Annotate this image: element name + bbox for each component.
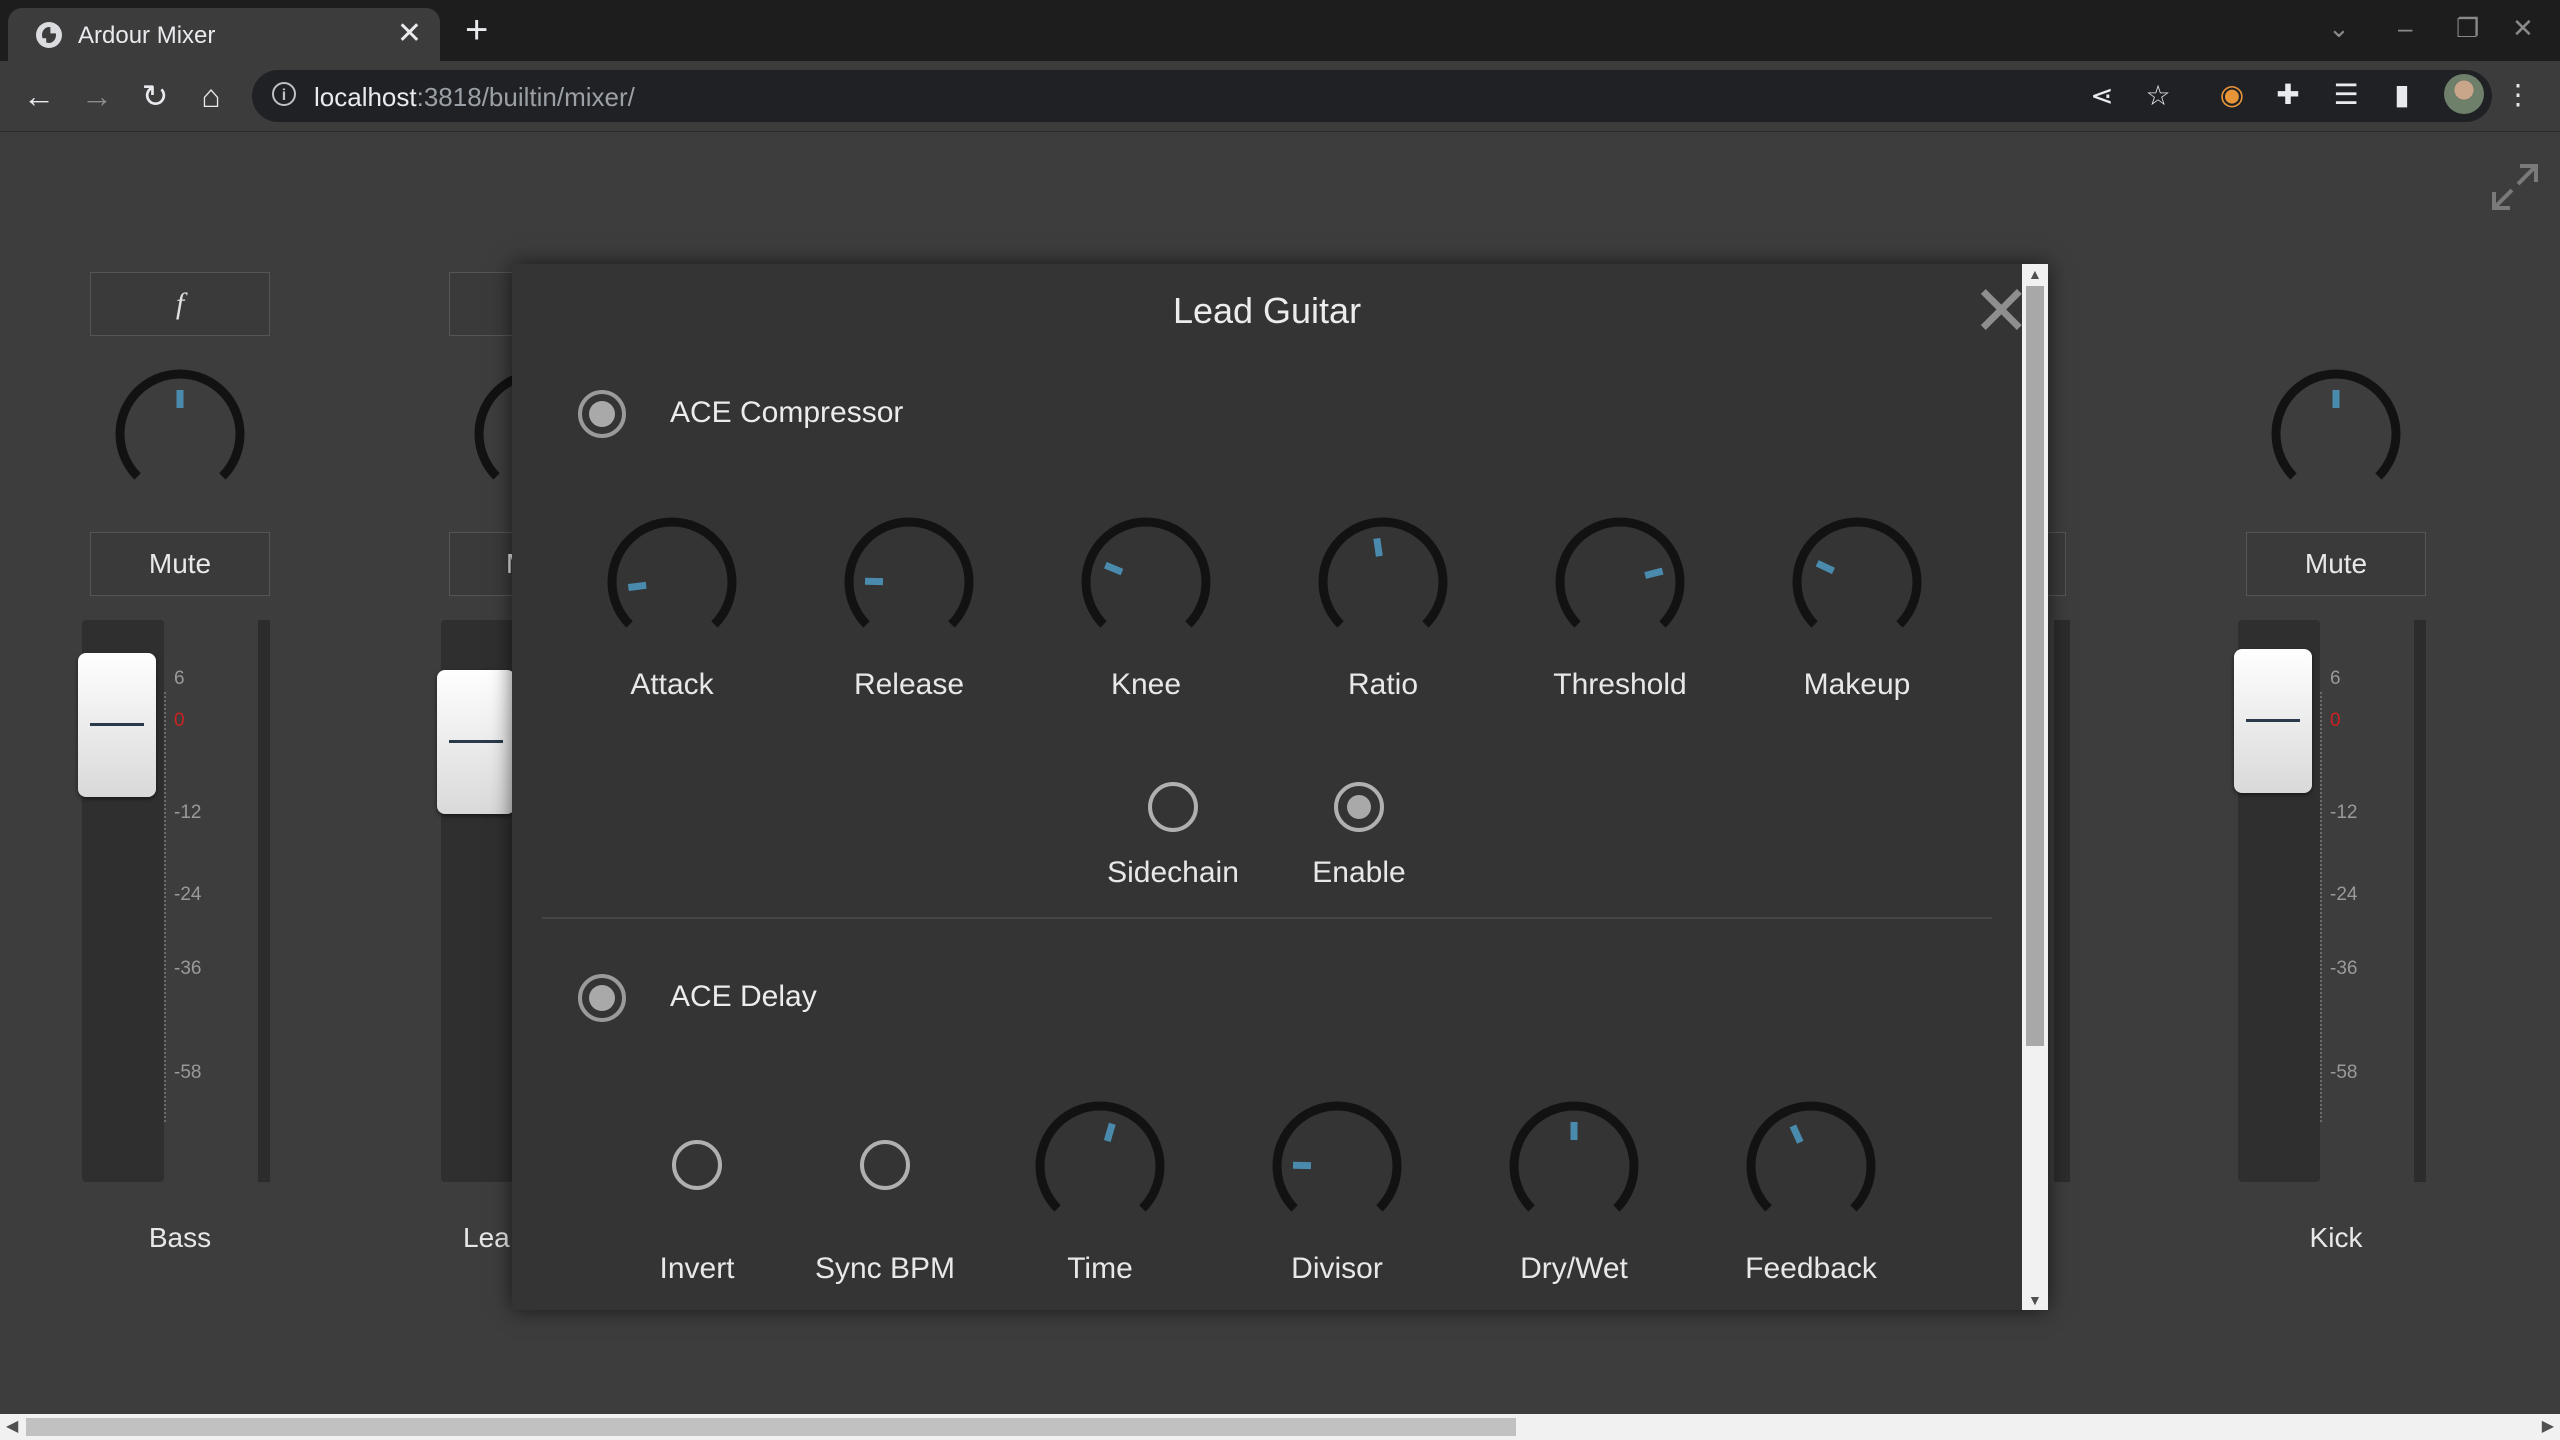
param-label: Sync BPM	[814, 1252, 956, 1285]
param-label: Divisor	[1291, 1252, 1383, 1285]
makeup-knob[interactable]	[1787, 512, 1927, 652]
sidechain-toggle[interactable]	[1148, 782, 1198, 832]
param-label: Enable	[1312, 856, 1406, 889]
attack-knob[interactable]	[602, 512, 742, 652]
time-knob[interactable]	[1030, 1096, 1170, 1236]
release-knob[interactable]	[839, 512, 979, 652]
menu-kebab-icon[interactable]: ⋮	[2500, 77, 2536, 113]
url-text: localhost:3818/builtin/mixer/	[314, 82, 635, 112]
ratio-knob[interactable]	[1313, 512, 1453, 652]
side-panel-icon[interactable]: ▮	[2384, 77, 2420, 113]
window-close-icon[interactable]: ✕	[2512, 12, 2534, 44]
plugin-bypass-radio[interactable]	[578, 390, 626, 438]
param-label: Time	[1067, 1252, 1133, 1285]
page-horizontal-scrollbar[interactable]: ◀ ▶	[0, 1414, 2560, 1440]
divisor-knob[interactable]	[1267, 1096, 1407, 1236]
meter-scale: 6 0 -12 -24 -36 -58	[2320, 668, 2362, 1122]
fader-handle[interactable]	[78, 653, 156, 798]
knob-indicator	[627, 581, 647, 591]
knob-indicator	[1815, 560, 1835, 575]
plugin-name: ACE Compressor	[670, 396, 904, 429]
back-icon[interactable]: ←	[18, 75, 60, 117]
enable-toggle[interactable]	[1334, 782, 1384, 832]
mute-button[interactable]: Mute	[2246, 532, 2426, 596]
invert-toggle[interactable]	[672, 1140, 722, 1190]
reload-icon[interactable]: ↻	[134, 75, 176, 117]
mixer-strip-bass: f Mute 6 0 -12 -24 -36 -58 Bass	[78, 132, 280, 1416]
mute-button[interactable]: Mute	[90, 532, 270, 596]
level-meter	[258, 620, 270, 1182]
share-icon[interactable]: ⋖	[2084, 78, 2120, 114]
extension-fox-icon[interactable]: ◉	[2214, 77, 2250, 113]
media-queue-icon[interactable]: ☰	[2328, 77, 2364, 113]
minimize-icon[interactable]: –	[2398, 12, 2412, 44]
knob-indicator	[1789, 1124, 1804, 1144]
fader-handle[interactable]	[437, 670, 515, 815]
param-label: Makeup	[1803, 668, 1911, 701]
browser-tab[interactable]: Ardour Mixer ✕	[8, 8, 440, 61]
knob-indicator	[1373, 537, 1383, 557]
scroll-right-icon[interactable]: ▶	[2542, 1416, 2554, 1436]
fullscreen-expand-icon[interactable]	[2490, 162, 2540, 212]
meter-scale: 6 0 -12 -24 -36 -58	[164, 668, 206, 1122]
address-bar[interactable]: i localhost:3818/builtin/mixer/ ⋖ ☆	[252, 70, 2492, 122]
dry-wet-knob[interactable]	[1504, 1096, 1644, 1236]
scroll-down-icon[interactable]: ▼	[2028, 1292, 2042, 1308]
plugin-dialog: Lead Guitar ✕ ACE Compressor Attack Rele…	[512, 264, 2048, 1310]
param-label: Dry/Wet	[1520, 1252, 1628, 1285]
knob-indicator	[1103, 1122, 1116, 1143]
extensions-puzzle-icon[interactable]: ✚	[2270, 77, 2306, 113]
dialog-title: Lead Guitar	[1172, 290, 1362, 331]
scroll-up-icon[interactable]: ▲	[2028, 266, 2042, 282]
fader-handle[interactable]	[2234, 649, 2312, 794]
plugin-bypass-radio[interactable]	[578, 974, 626, 1022]
globe-icon	[36, 22, 62, 48]
param-label: Knee	[1110, 668, 1182, 701]
param-label: Feedback	[1745, 1252, 1877, 1285]
threshold-knob[interactable]	[1550, 512, 1690, 652]
tab-title: Ardour Mixer	[78, 22, 216, 49]
browser-tab-bar: Ardour Mixer ✕ + ⌄ – ❐ ✕	[0, 0, 2560, 61]
sync-bpm-toggle[interactable]	[860, 1140, 910, 1190]
restore-icon[interactable]: ❐	[2456, 12, 2479, 44]
knee-knob[interactable]	[1076, 512, 1216, 652]
knob-indicator	[1104, 561, 1124, 576]
param-label: Release	[853, 668, 965, 701]
plugin-name: ACE Delay	[670, 980, 817, 1013]
plugin-divider	[542, 917, 1992, 919]
tab-close-icon[interactable]: ✕	[397, 18, 422, 50]
feedback-knob[interactable]	[1741, 1096, 1881, 1236]
knob-indicator	[1644, 567, 1664, 579]
profile-avatar[interactable]	[2444, 74, 2484, 114]
scrollbar-thumb[interactable]	[26, 1418, 1516, 1436]
strip-label: Bass	[148, 1222, 212, 1253]
param-label: Threshold	[1553, 668, 1687, 701]
new-tab-icon[interactable]: +	[465, 10, 488, 50]
pan-knob[interactable]	[110, 364, 250, 504]
level-meter	[2414, 620, 2426, 1182]
tab-search-icon[interactable]: ⌄	[2328, 12, 2350, 44]
param-label: Attack	[630, 668, 714, 701]
scroll-left-icon[interactable]: ◀	[6, 1416, 18, 1436]
scrollbar-thumb[interactable]	[2026, 286, 2044, 1046]
mixer-strip-kick: Mute 6 0 -12 -24 -36 -58 Kick	[2234, 132, 2436, 1416]
mixer-page: f Mute 6 0 -12 -24 -36 -58 Bass M Lea Mu…	[0, 132, 2560, 1416]
level-meter	[2054, 620, 2070, 1182]
dialog-scrollbar[interactable]: ▲ ▼	[2022, 264, 2048, 1310]
strip-label: Kick	[2309, 1222, 2363, 1253]
forward-icon[interactable]: →	[76, 75, 118, 117]
home-icon[interactable]: ⌂	[190, 75, 232, 117]
bookmark-star-icon[interactable]: ☆	[2140, 78, 2176, 114]
param-label: Ratio	[1347, 668, 1419, 701]
browser-toolbar: ← → ↻ ⌂ i localhost:3818/builtin/mixer/ …	[0, 61, 2560, 132]
site-info-icon[interactable]: i	[272, 82, 296, 106]
pan-knob[interactable]	[2266, 364, 2406, 504]
strip-name-button[interactable]: f	[90, 272, 270, 336]
